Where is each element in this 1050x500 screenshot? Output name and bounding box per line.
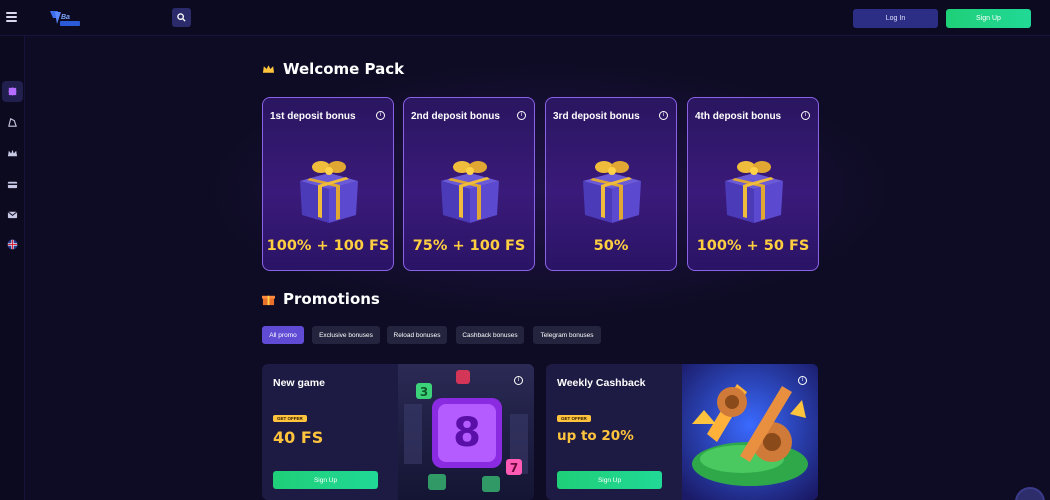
info-icon[interactable]: i [376, 111, 385, 120]
sidebar [0, 36, 25, 500]
crown-icon [262, 65, 275, 73]
deposit-bonus-card[interactable]: 2nd deposit bonus i 75% + 100 FS [403, 97, 535, 271]
deposit-bonus-card[interactable]: 4th deposit bonus i 100% + 50 FS [687, 97, 819, 271]
tab-all-promo[interactable]: All promo [262, 326, 304, 344]
promo-signup-button[interactable]: Sign Up [273, 471, 378, 489]
tab-reload-bonuses[interactable]: Reload bonuses [387, 326, 447, 344]
promo-card-weekly-cashback[interactable]: Weekly Cashback GET OFFER up to 20% Sign… [546, 364, 818, 500]
sidebar-item-messages[interactable] [2, 204, 23, 225]
search-button[interactable] [172, 8, 191, 27]
deposit-bonus-card[interactable]: 3rd deposit bonus i 50% [545, 97, 677, 271]
login-button[interactable]: Log In [853, 9, 938, 28]
svg-text:7: 7 [510, 461, 518, 475]
menu-icon[interactable] [6, 12, 17, 22]
bonus-title: 4th deposit bonus [695, 111, 782, 122]
info-icon[interactable]: i [801, 111, 810, 120]
bonus-value: 100% + 50 FS [696, 238, 810, 254]
bonus-value: 50% [593, 238, 629, 254]
svg-text:8: 8 [453, 410, 481, 456]
sidebar-item-sports[interactable] [2, 112, 23, 133]
bonus-title: 2nd deposit bonus [411, 111, 500, 122]
wallet-icon [7, 181, 18, 189]
info-icon[interactable]: i [798, 376, 807, 385]
gift-box-icon [583, 161, 641, 223]
sidebar-item-language[interactable] [2, 234, 23, 255]
bonus-title: 1st deposit bonus [270, 111, 356, 122]
support-chat-button[interactable] [1015, 487, 1045, 500]
sidebar-item-wallet[interactable] [2, 174, 23, 195]
tab-exclusive-bonuses[interactable]: Exclusive bonuses [312, 326, 380, 344]
signup-button[interactable]: Sign Up [946, 9, 1031, 28]
info-icon[interactable]: i [659, 111, 668, 120]
mail-icon [7, 211, 18, 219]
svg-text:3: 3 [420, 385, 428, 399]
promo-card-new-game[interactable]: New game GET OFFER 40 FS Sign Up 8 3 7 i [262, 364, 534, 500]
uk-flag-icon [7, 239, 18, 250]
search-icon [177, 13, 186, 22]
sidebar-item-promotions[interactable] [2, 81, 23, 102]
get-offer-badge: GET OFFER [273, 415, 307, 422]
welcome-pack-heading: Welcome Pack [262, 60, 404, 78]
tab-telegram-bonuses[interactable]: Telegram bonuses [533, 326, 601, 344]
info-icon[interactable]: i [517, 111, 526, 120]
promo-value: 40 FS [273, 428, 324, 447]
gift-box-icon [300, 161, 358, 223]
promotions-title: Promotions [283, 290, 380, 308]
gift-box-icon [441, 161, 499, 223]
site-logo[interactable]: Ba [48, 8, 82, 28]
deposit-bonus-card[interactable]: 1st deposit bonus i 100% + 100 FS [262, 97, 394, 271]
promo-title: New game [273, 377, 325, 389]
svg-text:Ba: Ba [61, 14, 70, 21]
bonus-title: 3rd deposit bonus [553, 111, 640, 122]
crown-icon [7, 149, 18, 157]
sports-icon [8, 118, 17, 127]
bonus-value: 100% + 100 FS [266, 238, 390, 254]
cashback-illustration [682, 364, 818, 500]
promo-puzzle-icon [8, 87, 17, 96]
info-icon[interactable]: i [514, 376, 523, 385]
gift-box-icon [725, 161, 783, 223]
welcome-pack-title: Welcome Pack [283, 60, 405, 78]
promo-title: Weekly Cashback [557, 377, 646, 389]
bonus-value: 75% + 100 FS [412, 238, 526, 254]
get-offer-badge: GET OFFER [557, 415, 591, 422]
sidebar-item-vip[interactable] [2, 143, 23, 164]
promotions-heading: Promotions [262, 290, 380, 308]
new-game-illustration: 8 3 7 [398, 364, 534, 500]
top-header: Ba Log In Sign Up [0, 0, 1050, 36]
promo-value: up to 20% [557, 428, 634, 444]
promo-signup-button[interactable]: Sign Up [557, 471, 662, 489]
tab-cashback-bonuses[interactable]: Cashback bonuses [456, 326, 524, 344]
gift-icon [262, 295, 275, 305]
